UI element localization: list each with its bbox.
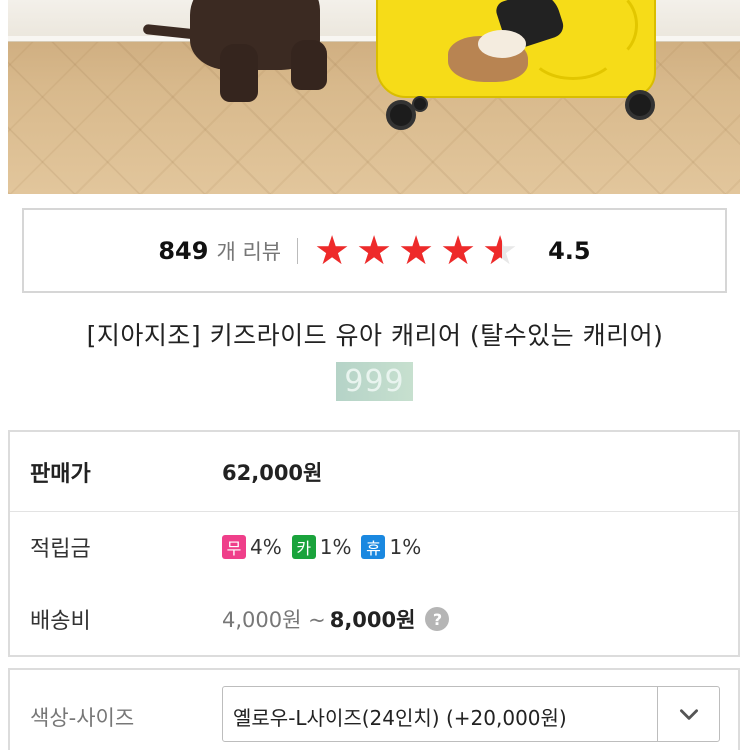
badge-mu: 무 (222, 535, 246, 559)
points-rate: 1% (319, 535, 352, 559)
points-label: 적립금 (30, 537, 91, 562)
help-icon[interactable]: ? (425, 607, 450, 631)
star-icon: ★ ★ (314, 227, 350, 274)
price-row: 판매가 62,000원 (10, 432, 738, 512)
suitcase-wheel (412, 96, 428, 112)
star-icon: ★ ★ (482, 227, 518, 274)
shipping-label: 배송비 (30, 609, 91, 634)
shipping-row: 배송비 4,000원 ~ 8,000원 ? (10, 582, 738, 656)
selected-option: 옐로우-L사이즈(24인치) (+20,000원) (233, 706, 567, 730)
product-photo (8, 0, 740, 194)
star-icon: ★ ★ (440, 227, 476, 274)
points-values: 무 4% 카 1% 휴 1% (222, 535, 421, 559)
suitcase-wheel (625, 90, 655, 120)
boot-fur (478, 30, 526, 58)
rating-value: 4.5 (548, 236, 591, 265)
divider (297, 237, 299, 264)
star-rating: ★ ★ ★ ★ ★ ★ ★ ★ ★ ★ (314, 231, 522, 271)
badge-hyu: 휴 (361, 535, 386, 559)
shipping-min: 4,000원 ~ (222, 608, 326, 632)
star-icon: ★ ★ (398, 227, 434, 274)
review-unit: 개 리뷰 (216, 239, 282, 264)
points-rate: 4% (250, 535, 282, 559)
dog-leg (220, 44, 258, 102)
shipping-values: 4,000원 ~ 8,000원 ? (222, 604, 450, 634)
review-count: 849 (158, 236, 209, 265)
product-code-chip: 999 (336, 362, 413, 401)
points-row: 적립금 무 4% 카 1% 휴 1% (10, 514, 738, 580)
option-label: 색상-사이즈 (30, 706, 135, 730)
price-label: 판매가 (30, 461, 91, 487)
shipping-max: 8,000원 (329, 608, 416, 632)
price-value: 62,000원 (222, 460, 323, 485)
color-size-select[interactable]: 옐로우-L사이즈(24인치) (+20,000원) (222, 686, 720, 742)
badge-ka: 카 (291, 535, 316, 559)
review-summary[interactable]: 849 개 리뷰 ★ ★ ★ ★ ★ ★ ★ ★ ★ ★ 4.5 (22, 208, 727, 293)
dog-leg (291, 40, 327, 90)
product-info-table: 판매가 62,000원 적립금 무 4% 카 1% 휴 1% 배송비 4,000… (8, 430, 740, 657)
star-icon: ★ ★ (356, 227, 392, 274)
chevron-down-icon[interactable] (657, 687, 719, 741)
product-title: [지아지조] 키즈라이드 유아 캐리어 (탈수있는 캐리어) (86, 321, 664, 350)
points-rate: 1% (389, 535, 422, 559)
option-selector: 색상-사이즈 옐로우-L사이즈(24인치) (+20,000원) (8, 668, 740, 750)
